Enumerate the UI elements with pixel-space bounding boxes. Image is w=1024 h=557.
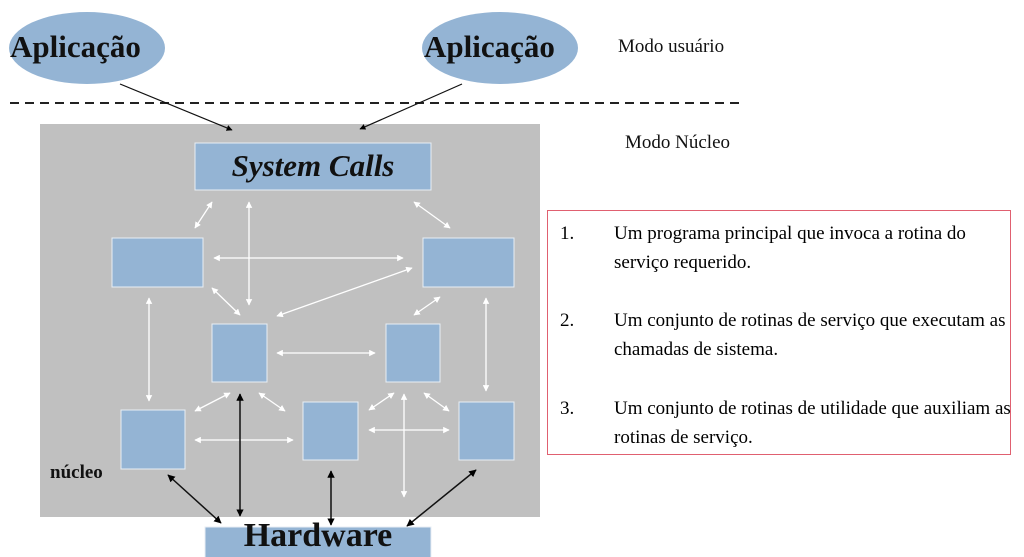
- module-box: [111, 237, 204, 288]
- list-text: Um conjunto de rotinas de utilidade que …: [614, 398, 1011, 448]
- app-arrow-left: [119, 83, 233, 131]
- kernel-mode-label: Modo Núcleo: [625, 132, 731, 153]
- application-label-left: Aplicação: [10, 29, 141, 64]
- user-mode-label: Modo usuário: [618, 36, 725, 57]
- list-number: 2.: [560, 310, 575, 331]
- module-box: [385, 323, 441, 383]
- module-box: [120, 409, 186, 470]
- module-box: [302, 401, 359, 461]
- list-text: Um conjunto de rotinas de serviço que ex…: [614, 310, 1006, 360]
- list-number: 1.: [560, 223, 575, 244]
- list-number: 3.: [560, 398, 575, 419]
- system-calls-label: System Calls: [231, 148, 395, 183]
- app-arrow-right: [359, 83, 463, 130]
- kernel-label: núcleo: [50, 462, 103, 483]
- module-box: [422, 237, 515, 288]
- module-box: [458, 401, 515, 461]
- application-label-right: Aplicação: [424, 29, 555, 64]
- components-list: 1. Um programa principal que invoca a ro…: [547, 210, 1011, 455]
- module-box: [211, 323, 268, 383]
- list-text: Um programa principal que invoca a rotin…: [614, 223, 966, 273]
- hardware-label: Hardware: [243, 517, 393, 554]
